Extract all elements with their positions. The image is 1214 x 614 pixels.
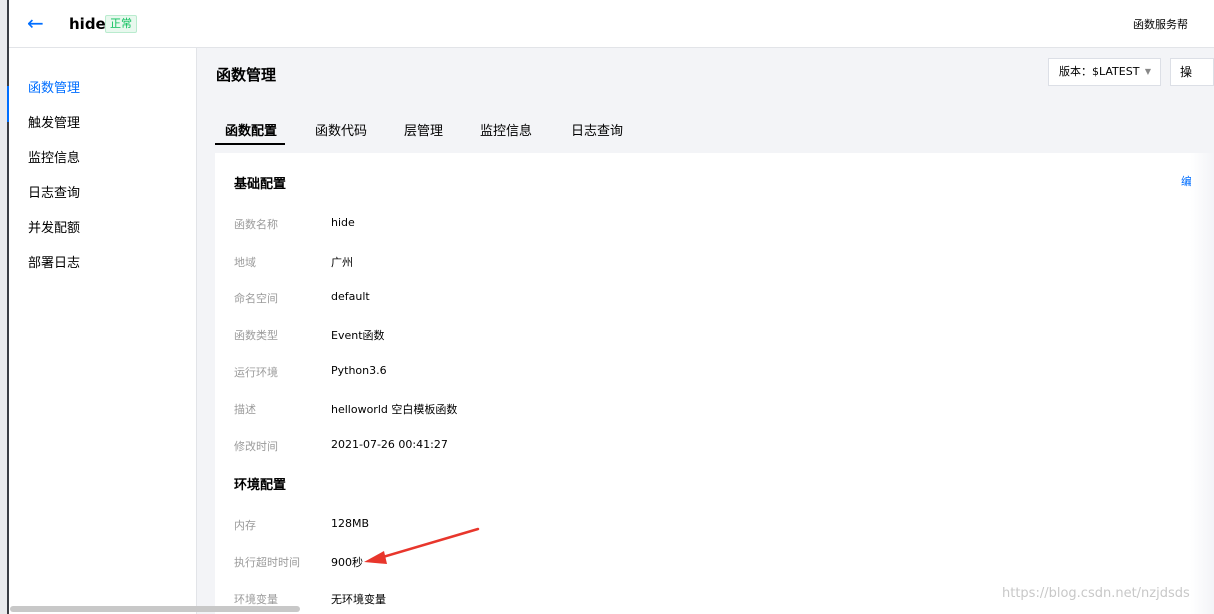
field-value: 900秒	[331, 556, 363, 569]
sidebar-item-log-query[interactable]: 日志查询	[28, 182, 80, 201]
tab-function-config[interactable]: 函数配置	[225, 120, 277, 139]
field-value: default	[331, 290, 370, 303]
help-link[interactable]: 函数服务帮	[1133, 16, 1188, 32]
field-value: 2021-07-26 00:41:27	[331, 438, 448, 451]
field-label: 内存	[234, 519, 256, 532]
tab-function-code[interactable]: 函数代码	[315, 120, 367, 139]
sidebar-item-monitoring[interactable]: 监控信息	[28, 147, 80, 166]
sidebar: 函数管理 触发管理 监控信息 日志查询 并发配额 部署日志	[7, 48, 197, 614]
env-config-title: 环境配置	[234, 478, 287, 493]
version-select-value: 版本：$LATEST	[1059, 65, 1140, 78]
page-title: 函数管理	[216, 66, 277, 84]
field-label: 命名空间	[234, 292, 278, 305]
tab-monitoring[interactable]: 监控信息	[480, 120, 532, 139]
chevron-down-icon: ▼	[1144, 67, 1151, 76]
field-value: hide	[331, 216, 355, 229]
field-label: 执行超时时间	[234, 556, 300, 569]
edit-link[interactable]: 编	[1181, 173, 1191, 189]
sidebar-item-trigger-management[interactable]: 触发管理	[28, 112, 80, 131]
field-value: Python3.6	[331, 364, 387, 377]
horizontal-scrollbar[interactable]	[10, 606, 300, 612]
status-badge: 正常	[105, 15, 137, 33]
tab-active-underline	[215, 143, 285, 145]
function-name: hide	[69, 15, 106, 33]
field-value: 无环境变量	[331, 593, 386, 606]
field-label: 修改时间	[234, 440, 278, 453]
basic-config-title: 基础配置	[234, 177, 287, 192]
sidebar-item-function-management[interactable]: 函数管理	[28, 77, 80, 96]
field-value: Event函数	[331, 329, 385, 342]
field-value: 广州	[331, 256, 353, 269]
operation-button[interactable]: 操	[1170, 58, 1214, 86]
field-label: 函数类型	[234, 329, 278, 342]
sidebar-active-indicator	[7, 86, 9, 122]
back-arrow-icon[interactable]: ←	[27, 12, 44, 34]
field-label: 描述	[234, 403, 256, 416]
top-bar: ← hide 正常 函数服务帮	[9, 0, 1214, 48]
tab-log-query[interactable]: 日志查询	[571, 120, 623, 139]
field-value: helloworld 空白模板函数	[331, 403, 458, 416]
field-label: 地域	[234, 256, 256, 269]
watermark: https://blog.csdn.net/nzjdsds	[1002, 586, 1190, 601]
field-label: 函数名称	[234, 218, 278, 231]
tab-layer-management[interactable]: 层管理	[404, 120, 443, 139]
card-edge-shadow	[1190, 153, 1214, 614]
field-label: 环境变量	[234, 593, 278, 606]
sidebar-item-deploy-log[interactable]: 部署日志	[28, 252, 80, 271]
version-select[interactable]: 版本：$LATEST ▼	[1048, 58, 1161, 86]
field-label: 运行环境	[234, 366, 278, 379]
sidebar-item-concurrency-quota[interactable]: 并发配额	[28, 217, 80, 236]
annotation-arrow-icon	[364, 527, 480, 564]
